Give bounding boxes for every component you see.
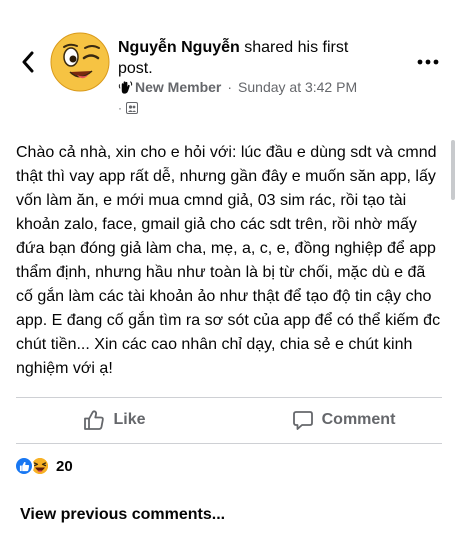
winking-emoji-avatar-icon <box>50 32 110 92</box>
post-actions: Like Comment <box>0 398 458 442</box>
view-previous-comments-link[interactable]: View previous comments... <box>20 506 225 524</box>
comment-button[interactable]: Comment <box>229 398 458 442</box>
author-name[interactable]: Nguyễn Nguyễn <box>118 39 240 56</box>
new-member-badge[interactable]: New Member <box>118 79 221 95</box>
scrollbar[interactable] <box>451 140 455 200</box>
post-meta: New Member · Sunday at 3:42 PM <box>118 79 357 95</box>
waving-hand-icon <box>118 80 133 94</box>
more-options-button[interactable] <box>414 52 442 72</box>
comment-label: Comment <box>321 411 396 428</box>
comment-bubble-icon <box>292 411 313 430</box>
post-timestamp[interactable]: Sunday at 3:42 PM <box>238 79 357 95</box>
audience-line: · <box>118 101 138 115</box>
author-line: Nguyễn Nguyễn shared his first post. <box>118 37 373 79</box>
audience-separator: · <box>118 101 122 115</box>
divider-bottom <box>16 443 442 444</box>
post-header: Nguyễn Nguyễn shared his first post. New… <box>0 0 458 130</box>
badge-label: New Member <box>135 79 222 95</box>
avatar[interactable] <box>50 32 110 92</box>
back-button[interactable] <box>14 48 42 76</box>
meta-separator: · <box>227 79 233 95</box>
reactions-summary[interactable]: 20 <box>14 456 73 476</box>
chevron-left-icon <box>22 51 34 73</box>
like-label: Like <box>113 411 146 428</box>
like-reaction-icon <box>14 456 34 476</box>
thumbs-up-icon <box>84 410 105 430</box>
post-body: Chào cả nhà, xin cho e hỏi với: lúc đầu … <box>16 144 441 377</box>
more-dots-icon <box>417 59 439 65</box>
reaction-count: 20 <box>56 457 73 475</box>
group-audience-icon <box>126 102 138 114</box>
like-button[interactable]: Like <box>0 398 229 442</box>
